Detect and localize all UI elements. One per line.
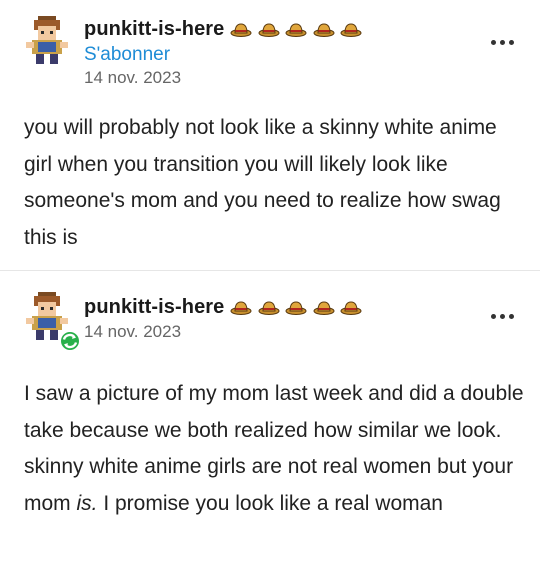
post-body: I saw a picture of my mom last week and … (24, 376, 524, 522)
hat-icon (258, 23, 280, 37)
post-date[interactable]: 14 nov. 2023 (84, 321, 368, 343)
username[interactable]: punkitt-is-here (84, 18, 224, 41)
post-header: punkitt-is-here 14 nov. 2023 (84, 294, 368, 343)
hat-icon (285, 301, 307, 315)
post-divider (0, 270, 540, 271)
avatar-pixel-art-icon (26, 16, 68, 64)
post-original: punkitt-is-here S'abonner 14 nov. 2023 y… (0, 0, 540, 270)
post-body: you will probably not look like a skinny… (24, 116, 501, 249)
hat-icon (285, 23, 307, 37)
reblog-icon (59, 330, 81, 352)
more-options-button[interactable] (491, 40, 514, 45)
hat-icon (230, 23, 252, 37)
more-options-button[interactable] (491, 314, 514, 319)
hat-icon (313, 23, 335, 37)
post-reblog: punkitt-is-here 14 nov. 2023 I saw a pic… (0, 272, 540, 572)
hat-icon (340, 301, 362, 315)
follow-button[interactable]: S'abonner (84, 43, 368, 67)
post-body-text-end: I promise you look like a real woman (97, 491, 443, 515)
more-dots-icon (491, 40, 496, 45)
avatar[interactable] (24, 290, 81, 352)
hat-icon (313, 301, 335, 315)
post-body-emphasis: is. (76, 491, 98, 515)
badge-row (230, 299, 368, 315)
hat-icon (340, 23, 362, 37)
badge-row (230, 21, 368, 37)
username[interactable]: punkitt-is-here (84, 296, 224, 319)
hat-icon (258, 301, 280, 315)
more-dots-icon (491, 314, 496, 319)
hat-icon (230, 301, 252, 315)
post-date[interactable]: 14 nov. 2023 (84, 67, 368, 89)
avatar[interactable] (24, 14, 70, 66)
post-header: punkitt-is-here S'abonner 14 nov. 2023 (84, 16, 368, 89)
